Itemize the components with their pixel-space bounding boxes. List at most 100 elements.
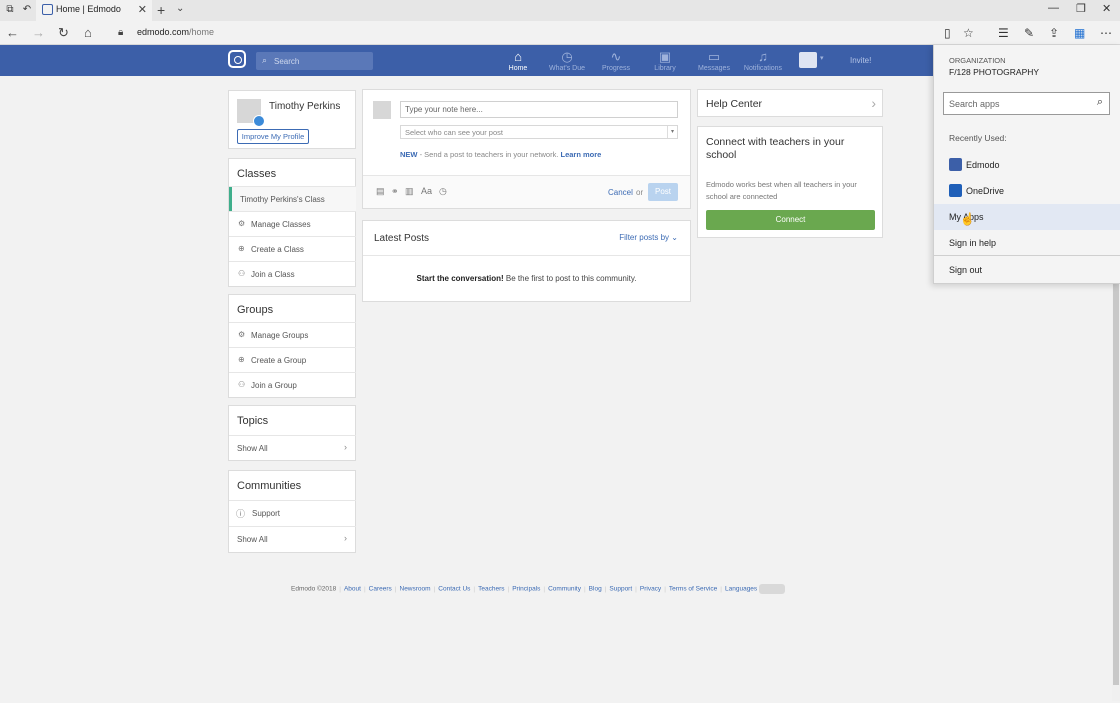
- nav-search[interactable]: ⌕: [256, 52, 373, 70]
- post-button[interactable]: Post: [648, 183, 678, 201]
- footer-link-teachers[interactable]: Teachers: [478, 586, 504, 593]
- apps-grid-icon[interactable]: ▦: [1074, 26, 1085, 40]
- communities-show-all[interactable]: Show All ›: [229, 526, 356, 551]
- refresh-icon[interactable]: ↻: [58, 25, 69, 41]
- nav-messages[interactable]: ▭ Messages: [687, 49, 741, 72]
- user-icon: ⚇: [238, 380, 246, 389]
- nav-notifications[interactable]: ♫ Notifications: [736, 49, 790, 72]
- invite-link[interactable]: Invite!: [850, 56, 871, 65]
- help-center-card[interactable]: Help Center ›: [697, 89, 883, 117]
- nav-library[interactable]: ▣ Library: [638, 49, 692, 72]
- nav-whats-due[interactable]: ◷ What's Due: [540, 49, 594, 72]
- tab-preview-chevron-icon[interactable]: ⌄: [176, 3, 184, 14]
- favorite-star-icon[interactable]: ☆: [963, 26, 974, 40]
- chevron-down-icon[interactable]: ▾: [820, 54, 824, 62]
- new-tab-icon[interactable]: +: [157, 2, 165, 18]
- text-format-icon[interactable]: Aa: [421, 186, 432, 196]
- user-icon: ⚇: [238, 269, 246, 278]
- divider: [934, 255, 1120, 256]
- footer-link-about[interactable]: About: [344, 586, 361, 593]
- sidebar-item-label: Timothy Perkins's Class: [240, 195, 325, 204]
- sidebar-item-manage-classes[interactable]: ⚙ Manage Classes: [229, 211, 356, 236]
- topics-show-all[interactable]: Show All ›: [229, 435, 356, 460]
- connect-teachers-card: Connect with teachers in your school Edm…: [697, 126, 883, 238]
- footer-link-blog[interactable]: Blog: [589, 586, 602, 593]
- nav-home[interactable]: ⌂ Home: [491, 49, 545, 72]
- avatar[interactable]: [237, 99, 265, 127]
- sign-in-help-link[interactable]: Sign in help: [934, 230, 1120, 256]
- show-all-label: Show All: [237, 444, 268, 453]
- footer-link-careers[interactable]: Careers: [369, 586, 392, 593]
- hand-cursor-icon: ☝: [960, 212, 975, 226]
- app-item-edmodo[interactable]: Edmodo: [934, 152, 1120, 178]
- tab-close-icon[interactable]: ✕: [138, 3, 147, 16]
- app-search[interactable]: ⌕: [943, 92, 1110, 115]
- app-item-onedrive[interactable]: OneDrive: [934, 178, 1120, 204]
- pen-icon[interactable]: ✎: [1024, 26, 1034, 40]
- sidebar-item-support[interactable]: ⓘ Support: [229, 500, 356, 525]
- footer-link-newsroom[interactable]: Newsroom: [400, 586, 431, 593]
- library-icon[interactable]: ▥: [405, 186, 414, 197]
- sidebar-item-create-class[interactable]: ⊕ Create a Class: [229, 236, 356, 261]
- url-field[interactable]: edmodo.com/home: [137, 27, 214, 37]
- footer-link-privacy[interactable]: Privacy: [640, 586, 661, 593]
- search-apps-input[interactable]: [949, 97, 1089, 111]
- minimize-icon[interactable]: —: [1048, 2, 1059, 14]
- connect-button[interactable]: Connect: [706, 210, 875, 230]
- share-icon[interactable]: ⇪: [1049, 26, 1059, 40]
- globe-icon: [759, 584, 786, 594]
- sidebar-item-join-group[interactable]: ⚇ Join a Group: [229, 372, 356, 397]
- tab-actions-icon[interactable]: ⧉: [3, 3, 17, 17]
- footer-link-community[interactable]: Community: [548, 586, 581, 593]
- window-close-icon[interactable]: ✕: [1102, 2, 1111, 15]
- edmodo-logo-icon[interactable]: [228, 50, 246, 68]
- search-icon[interactable]: ⌕: [1097, 96, 1103, 109]
- reading-view-icon[interactable]: ▯: [944, 26, 951, 40]
- improve-profile-button[interactable]: Improve My Profile: [237, 129, 309, 144]
- note-input[interactable]: Type your note here...: [400, 101, 678, 118]
- learn-more-link[interactable]: Learn more: [561, 150, 602, 159]
- footer-link-terms[interactable]: Terms of Service: [669, 586, 717, 593]
- composer-toolbar: ▤ ⚭ ▥ Aa ◷ Cancel or Post: [363, 175, 690, 208]
- home-icon[interactable]: ⌂: [84, 25, 92, 40]
- communities-panel: Communities ⓘ Support Show All ›: [228, 470, 356, 553]
- latest-posts-panel: Latest Posts Filter posts by ⌄ Start the…: [362, 220, 691, 302]
- footer-link-languages[interactable]: Languages: [725, 586, 757, 593]
- cancel-button[interactable]: Cancel: [608, 188, 633, 197]
- sidebar-item-create-group[interactable]: ⊕ Create a Group: [229, 347, 356, 372]
- communities-title: Communities: [237, 480, 302, 492]
- user-avatar[interactable]: [799, 52, 817, 68]
- org-label: ORGANIZATION: [949, 56, 1006, 65]
- schedule-clock-icon[interactable]: ◷: [439, 186, 447, 197]
- show-all-label: Show All: [237, 535, 268, 544]
- topics-panel: Topics Show All ›: [228, 405, 356, 461]
- back-icon[interactable]: ←: [6, 25, 19, 40]
- profile-name[interactable]: Timothy Perkins: [269, 101, 340, 112]
- help-center-title: Help Center: [706, 98, 763, 110]
- favorites-hub-icon[interactable]: ☰: [998, 26, 1009, 40]
- file-icon[interactable]: ▤: [376, 186, 385, 197]
- sign-out-link[interactable]: Sign out: [934, 257, 1120, 283]
- connect-title: Connect with teachers in your school: [706, 136, 845, 161]
- sidebar-item-class[interactable]: Timothy Perkins's Class: [229, 186, 356, 211]
- restore-icon[interactable]: ❐: [1076, 2, 1086, 15]
- tab-title: Home | Edmodo: [56, 4, 121, 14]
- set-aside-tabs-icon[interactable]: ↶: [20, 3, 34, 17]
- empty-state-bold: Start the conversation!: [416, 274, 504, 283]
- footer-link-support[interactable]: Support: [609, 586, 632, 593]
- footer-link-principals[interactable]: Principals: [512, 586, 540, 593]
- edmodo-app-icon: [949, 158, 962, 171]
- recently-used-label: Recently Used:: [949, 133, 1007, 143]
- sidebar-item-manage-groups[interactable]: ⚙ Manage Groups: [229, 322, 356, 347]
- footer-link-contact[interactable]: Contact Us: [438, 586, 470, 593]
- browser-tab-active[interactable]: Home | Edmodo ✕: [36, 0, 152, 21]
- forward-icon[interactable]: →: [32, 25, 45, 40]
- nav-progress[interactable]: ∿ Progress: [589, 49, 643, 72]
- more-icon[interactable]: ⋯: [1100, 26, 1112, 40]
- sidebar-item-join-class[interactable]: ⚇ Join a Class: [229, 261, 356, 286]
- audience-select[interactable]: Select who can see your post ▾: [400, 125, 678, 139]
- nav-search-input[interactable]: [274, 54, 369, 68]
- link-icon[interactable]: ⚭: [391, 186, 399, 197]
- filter-posts-dropdown[interactable]: Filter posts by ⌄: [619, 233, 678, 242]
- browser-titlebar: ⧉ ↶ Home | Edmodo ✕ + ⌄ — ❐ ✕: [0, 0, 1120, 21]
